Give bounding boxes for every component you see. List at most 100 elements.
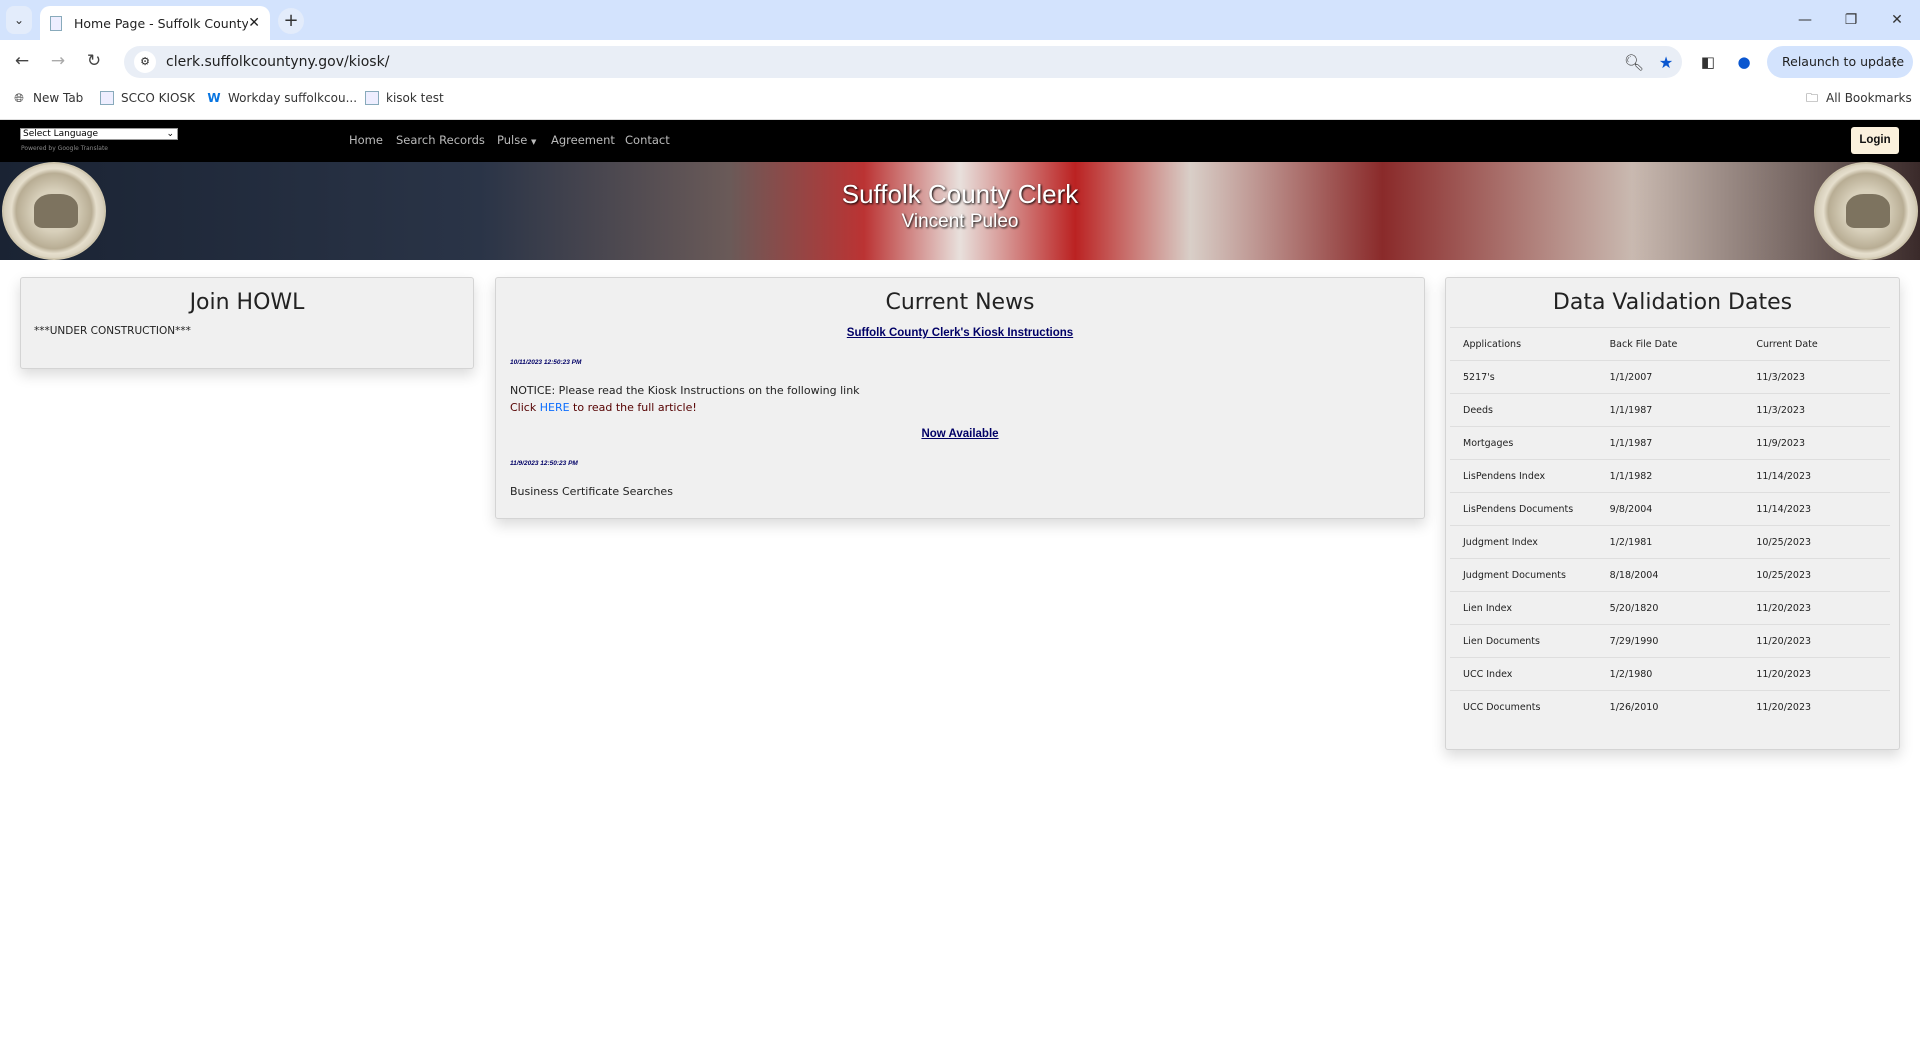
browser-toolbar: ← → ↻ ⚙ clerk.suffolkcountyny.gov/kiosk/…: [0, 40, 1920, 82]
nav-pulse[interactable]: Pulse ▼: [497, 133, 536, 147]
table-cell: LisPendens Index: [1450, 459, 1597, 493]
all-bookmarks-label: All Bookmarks: [1826, 91, 1912, 105]
page-icon: [100, 91, 114, 105]
url-text[interactable]: clerk.suffolkcountyny.gov/kiosk/: [166, 54, 1618, 70]
close-window-button[interactable]: ✕: [1874, 0, 1920, 40]
table-cell: Lien Documents: [1450, 624, 1597, 658]
table-row: Lien Documents 7/29/1990 11/20/2023: [1450, 624, 1890, 658]
table-cell: 8/18/2004: [1596, 558, 1744, 592]
join-howl-panel: Join HOWL ***UNDER CONSTRUCTION***: [20, 277, 474, 369]
bookmark-label: kisok test: [386, 91, 444, 105]
site-info-icon[interactable]: ⚙: [134, 51, 156, 73]
news-date: 11/9/2023 12:50:23 PM: [510, 460, 578, 467]
site-navbar: Select Language ⌄ Powered by Google Trans…: [0, 120, 1920, 162]
powered-by-google-translate[interactable]: Powered by Google Translate: [21, 145, 108, 152]
nav-search-records[interactable]: Search Records: [396, 133, 485, 147]
table-cell: 9/8/2004: [1596, 492, 1744, 526]
table-cell: 11/14/2023: [1743, 459, 1890, 493]
column-header: Current Date: [1743, 327, 1890, 361]
bookmark-star-icon[interactable]: ★: [1650, 53, 1682, 72]
table-header-row: Applications Back File Date Current Date: [1450, 327, 1890, 361]
language-select[interactable]: Select Language ⌄: [20, 128, 178, 140]
bookmark-label: Workday suffolkcou...: [228, 91, 358, 105]
bookmark-workday[interactable]: W Workday suffolkcou...: [207, 91, 357, 105]
bookmark-new-tab[interactable]: 🌐︎ New Tab: [12, 91, 83, 105]
howl-text: ***UNDER CONSTRUCTION***: [34, 325, 191, 337]
chevron-down-icon: ⌄: [166, 129, 174, 139]
table-cell: UCC Documents: [1450, 690, 1597, 724]
table-cell: Deeds: [1450, 393, 1597, 427]
page-icon: [365, 91, 379, 105]
table-cell: UCC Index: [1450, 657, 1597, 691]
table-cell: LisPendens Documents: [1450, 492, 1597, 526]
table-cell: 5/20/1820: [1596, 591, 1744, 625]
globe-icon: 🌐︎: [14, 91, 24, 105]
banner-subtitle: Vincent Puleo: [901, 211, 1019, 232]
forward-button[interactable]: →: [44, 48, 72, 74]
bookmark-kisok-test[interactable]: kisok test: [365, 91, 444, 105]
click-text: to read the full article!: [569, 401, 697, 414]
table-cell: 11/14/2023: [1743, 492, 1890, 526]
table-row: Judgment Documents 8/18/2004 10/25/2023: [1450, 558, 1890, 592]
bookmark-label: SCCO KIOSK: [121, 91, 195, 105]
header-banner: Suffolk County Clerk Vincent Puleo: [0, 162, 1920, 260]
workday-icon: W: [207, 91, 221, 105]
all-bookmarks-button[interactable]: 🗀 All Bookmarks: [1805, 91, 1912, 105]
table-cell: Mortgages: [1450, 426, 1597, 460]
news-click-line: Click HERE to read the full article!: [510, 401, 1424, 414]
table-row: 5217's 1/1/2007 11/3/2023: [1450, 360, 1890, 394]
relaunch-label: Relaunch to update: [1782, 54, 1905, 69]
caret-down-icon: ▼: [530, 138, 537, 146]
table-row: LisPendens Index 1/1/1982 11/14/2023: [1450, 459, 1890, 493]
page-icon: [50, 15, 62, 31]
nav-contact[interactable]: Contact: [625, 133, 670, 147]
tab-title: Home Page - Suffolk County Clerk: [74, 15, 249, 31]
table-cell: 1/2/1981: [1596, 525, 1744, 559]
table-cell: 11/20/2023: [1743, 657, 1890, 691]
new-tab-button[interactable]: +: [278, 8, 304, 34]
close-tab-icon[interactable]: ✕: [248, 15, 260, 31]
table-cell: 1/1/2007: [1596, 360, 1744, 394]
table-cell: Judgment Documents: [1450, 558, 1597, 592]
table-cell: 11/3/2023: [1743, 393, 1890, 427]
panel-title: Join HOWL: [189, 290, 305, 315]
click-text: Click: [510, 401, 540, 414]
table-cell: 11/9/2023: [1743, 426, 1890, 460]
column-header: Applications: [1450, 327, 1597, 361]
news-headline-link[interactable]: Suffolk County Clerk's Kiosk Instruction…: [496, 327, 1424, 339]
profile-icon[interactable]: ●: [1732, 50, 1756, 74]
back-button[interactable]: ←: [8, 48, 36, 74]
table-cell: 11/3/2023: [1743, 360, 1890, 394]
table-row: Mortgages 1/1/1987 11/9/2023: [1450, 426, 1890, 460]
bookmark-scco-kiosk[interactable]: SCCO KIOSK: [100, 91, 195, 105]
table-cell: 1/1/1987: [1596, 426, 1744, 460]
table-cell: 1/2/1980: [1596, 657, 1744, 691]
table-row: Lien Index 5/20/1820 11/20/2023: [1450, 591, 1890, 625]
nav-pulse-label: Pulse: [497, 133, 528, 147]
news-date: 10/11/2023 12:50:23 PM: [510, 359, 582, 366]
table-row: Judgment Index 1/2/1981 10/25/2023: [1450, 525, 1890, 559]
table-cell: 10/25/2023: [1743, 558, 1890, 592]
nav-agreement[interactable]: Agreement: [551, 133, 615, 147]
browser-tab[interactable]: Home Page - Suffolk County Clerk ✕: [40, 6, 270, 40]
table-row: Deeds 1/1/1987 11/3/2023: [1450, 393, 1890, 427]
zoom-icon[interactable]: 🔍︎: [1618, 53, 1650, 72]
address-bar[interactable]: ⚙ clerk.suffolkcountyny.gov/kiosk/ 🔍︎ ★: [124, 46, 1682, 78]
reload-button[interactable]: ↻: [80, 48, 108, 74]
table-row: LisPendens Documents 9/8/2004 11/14/2023: [1450, 492, 1890, 526]
nav-home[interactable]: Home: [349, 133, 383, 147]
table-cell: 1/1/1987: [1596, 393, 1744, 427]
restore-button[interactable]: ❐: [1828, 0, 1874, 40]
minimize-button[interactable]: —: [1782, 0, 1828, 40]
bookmark-label: New Tab: [33, 91, 84, 105]
tab-search-button[interactable]: ⌄: [6, 6, 32, 34]
news-headline-link[interactable]: Now Available: [496, 428, 1424, 440]
table-cell: 1/26/2010: [1596, 690, 1744, 724]
banner-title: Suffolk County Clerk: [841, 179, 1079, 209]
relaunch-button[interactable]: Relaunch to update ⋮: [1767, 46, 1913, 78]
table-cell: 5217's: [1450, 360, 1597, 394]
here-link[interactable]: HERE: [540, 401, 570, 414]
side-panel-icon[interactable]: ◧: [1696, 50, 1720, 74]
bookmarks-bar: 🌐︎ New Tab SCCO KIOSK W Workday suffolkcou…: [0, 82, 1920, 120]
login-button[interactable]: Login: [1851, 127, 1899, 154]
